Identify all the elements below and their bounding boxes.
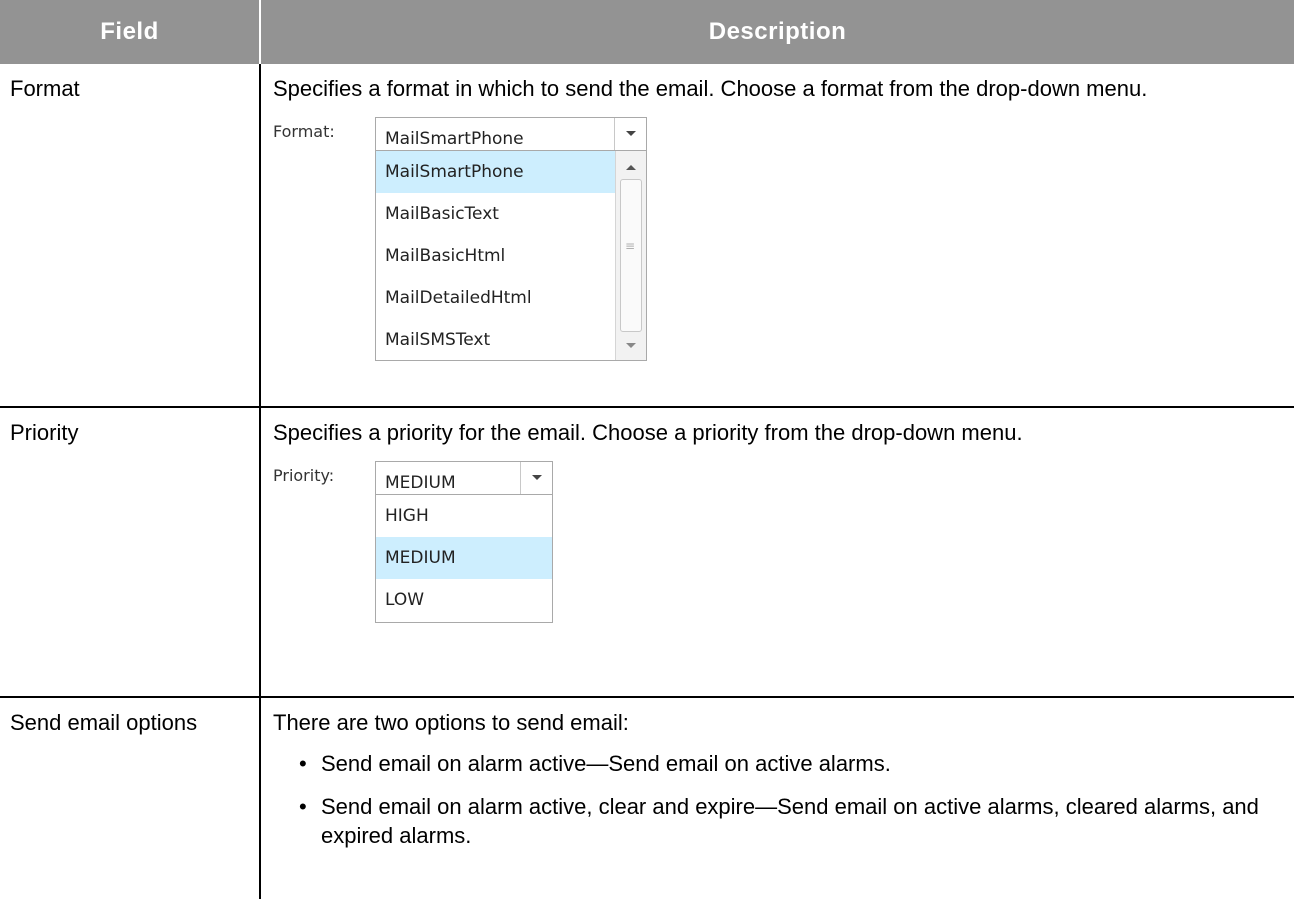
priority-option[interactable]: MEDIUM [376, 537, 552, 579]
field-name-priority: Priority [0, 407, 261, 698]
header-field: Field [0, 0, 261, 64]
priority-label: Priority: [273, 466, 335, 485]
field-name-send-email-options: Send email options [0, 697, 261, 899]
format-option[interactable]: MailDetailedHtml [376, 277, 646, 319]
format-dropdown-list: MailSmartPhone MailBasicText MailBasicHt… [375, 151, 647, 361]
list-item: Send email on alarm active, clear and ex… [299, 792, 1264, 850]
priority-option[interactable]: HIGH [376, 495, 552, 537]
priority-option[interactable]: LOW [376, 579, 552, 621]
priority-select[interactable]: MEDIUM [375, 461, 553, 495]
description-text: There are two options to send email: [273, 710, 629, 735]
table-row: Priority Specifies a priority for the em… [0, 407, 1294, 698]
description-text: Specifies a format in which to send the … [273, 76, 1148, 101]
priority-dropdown-list: HIGH MEDIUM LOW [375, 495, 553, 623]
format-option[interactable]: MailSmartPhone [376, 151, 646, 193]
description-cell: There are two options to send email: Sen… [260, 697, 1294, 899]
priority-selected-value: MEDIUM [385, 473, 456, 493]
format-widget: Format: MailSmartPhone MailSmartPhone Ma… [273, 117, 1264, 361]
format-option[interactable]: MailBasicText [376, 193, 646, 235]
chevron-down-icon[interactable] [520, 462, 552, 494]
description-cell: Specifies a format in which to send the … [260, 64, 1294, 408]
field-description-table: Field Description Format Specifies a for… [0, 0, 1294, 899]
send-options-list: Send email on alarm active—Send email on… [273, 749, 1264, 850]
format-option[interactable]: MailBasicHtml [376, 235, 646, 277]
format-label: Format: [273, 122, 335, 141]
dropdown-scrollbar[interactable] [615, 151, 646, 360]
field-name-format: Format [0, 64, 261, 408]
priority-widget: Priority: MEDIUM HIGH MEDIUM LOW [273, 461, 1264, 641]
table-header-row: Field Description [0, 0, 1294, 64]
table-row: Send email options There are two options… [0, 697, 1294, 899]
chevron-down-icon[interactable] [614, 118, 646, 150]
scroll-up-icon[interactable] [616, 151, 646, 181]
format-selected-value: MailSmartPhone [385, 129, 524, 149]
scroll-thumb[interactable] [620, 179, 642, 332]
scroll-down-icon[interactable] [616, 330, 646, 360]
format-select[interactable]: MailSmartPhone [375, 117, 647, 151]
description-text: Specifies a priority for the email. Choo… [273, 420, 1023, 445]
table-row: Format Specifies a format in which to se… [0, 64, 1294, 408]
header-description: Description [260, 0, 1294, 64]
format-option[interactable]: MailSMSText [376, 319, 646, 360]
description-cell: Specifies a priority for the email. Choo… [260, 407, 1294, 698]
list-item: Send email on alarm active—Send email on… [299, 749, 1264, 778]
